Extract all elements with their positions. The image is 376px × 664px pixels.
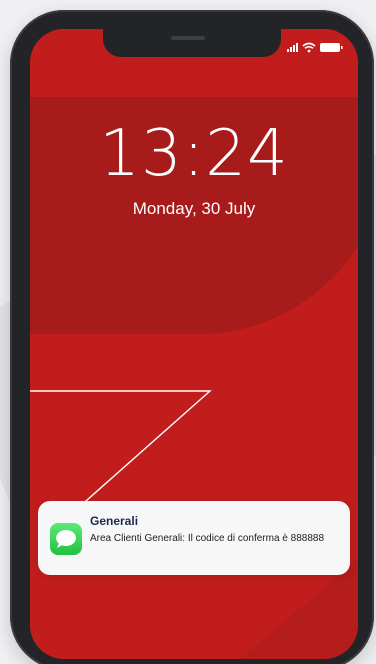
speaker-grille [171,36,205,40]
message-notification[interactable]: Generali Area Clienti Generali: Il codic… [38,501,350,575]
page-stage: 13:24 Monday, 30 July Generali Area Clie… [0,0,376,664]
notch [103,29,281,57]
battery-icon [320,43,343,52]
wifi-icon [302,42,316,53]
notification-body: Area Clienti Generali: Il codice di conf… [90,533,325,544]
lock-screen-date: Monday, 30 July [132,199,256,218]
lock-screen-time: 13:24 [99,117,289,191]
cellular-signal-icon [287,43,298,52]
notification-sender: Generali [90,514,139,528]
status-bar [286,40,346,54]
messages-icon [50,523,82,555]
